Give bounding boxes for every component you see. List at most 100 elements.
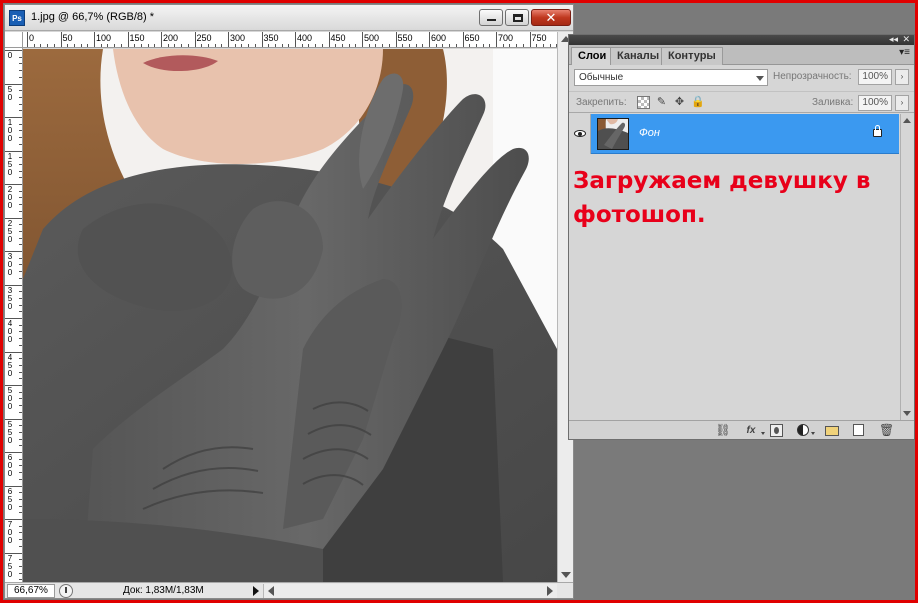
ruler-v-tick	[5, 117, 22, 118]
opacity-field[interactable]: 100%	[858, 69, 892, 85]
ruler-h-minor-tick	[268, 44, 270, 47]
zoom-field[interactable]: 66,67%	[7, 584, 55, 598]
ruler-corner[interactable]	[5, 32, 23, 48]
ruler-v-tick	[5, 418, 22, 420]
ruler-v-tick	[5, 385, 22, 386]
panel-scrollbar[interactable]	[900, 114, 914, 420]
ruler-h-label: 250	[196, 33, 212, 43]
ruler-h-minor-tick	[516, 44, 518, 47]
ruler-h-minor-tick	[442, 44, 444, 47]
adjustment-layer-icon[interactable]	[797, 424, 809, 436]
ruler-h-minor-tick	[67, 44, 69, 47]
scroll-left-icon[interactable]	[268, 586, 274, 596]
scroll-right-icon[interactable]	[547, 586, 553, 596]
status-menu-arrow-icon[interactable]	[253, 586, 259, 596]
fill-field[interactable]: 100%	[858, 95, 892, 111]
ruler-h-tick	[462, 32, 464, 47]
ruler-h-minor-tick	[140, 44, 142, 47]
document-titlebar[interactable]: Ps 1.jpg @ 66,7% (RGB/8) * ✕	[5, 5, 573, 31]
tab-channels[interactable]: Каналы	[610, 47, 667, 65]
tab-paths[interactable]: Контуры	[661, 47, 723, 65]
annotation-text: Загружаем девушку в фотошоп.	[573, 168, 871, 228]
maximize-button[interactable]	[505, 9, 529, 26]
chevron-down-icon	[811, 432, 815, 435]
ruler-h-minor-tick	[134, 44, 136, 47]
ruler-h-minor-tick	[435, 44, 437, 47]
ruler-v-label: 300	[7, 252, 13, 277]
ruler-h-minor-tick	[234, 44, 236, 47]
close-panel-icon[interactable]: ✕	[902, 34, 910, 44]
ruler-v-label: 450	[7, 352, 13, 378]
ruler-h-tick	[295, 32, 296, 47]
ruler-v-label: 250	[7, 218, 13, 244]
opacity-slider-arrow-icon[interactable]: ›	[895, 69, 909, 85]
lock-all-icon[interactable]: 🔒	[691, 96, 705, 109]
ruler-h-minor-tick	[47, 44, 49, 47]
ruler-v-tick	[5, 485, 22, 487]
close-button[interactable]: ✕	[531, 9, 571, 26]
ruler-h-minor-tick	[308, 44, 310, 47]
horizontal-scrollbar[interactable]	[263, 584, 557, 598]
new-group-icon[interactable]	[825, 426, 839, 436]
chevron-down-icon	[756, 76, 764, 81]
photoshop-icon: Ps	[9, 10, 25, 26]
status-info-icon[interactable]	[59, 584, 73, 598]
layer-visibility-toggle[interactable]	[569, 114, 591, 154]
panel-menu-icon[interactable]: ▾≡	[899, 47, 910, 58]
tab-layers[interactable]: Слои	[571, 47, 614, 65]
ruler-h-minor-tick	[167, 44, 169, 47]
maximize-icon	[513, 14, 523, 22]
ruler-v-label: 350	[7, 285, 13, 311]
ruler-h-minor-tick	[509, 44, 511, 47]
minimize-button[interactable]	[479, 9, 503, 26]
ruler-h-tick	[261, 32, 263, 47]
layer-style-icon[interactable]: fx	[741, 424, 761, 437]
scroll-down-icon[interactable]	[561, 572, 571, 578]
layer-thumbnail[interactable]	[597, 118, 629, 150]
ruler-h-minor-tick	[382, 44, 384, 47]
image-canvas[interactable]	[23, 49, 557, 582]
ruler-v-label: 400	[7, 319, 13, 344]
ruler-v-tick	[5, 50, 22, 51]
ruler-v-tick	[5, 83, 22, 85]
ruler-h-minor-tick	[254, 44, 256, 47]
ruler-h-minor-tick	[301, 44, 303, 47]
panel-header-bar[interactable]: ◂◂ ✕	[569, 34, 914, 45]
ruler-h-minor-tick	[455, 44, 457, 47]
fill-slider-arrow-icon[interactable]: ›	[895, 95, 909, 111]
ruler-h-minor-tick	[114, 44, 116, 47]
lock-pixels-icon[interactable]: ✎	[655, 96, 668, 109]
ruler-h-minor-tick	[33, 44, 35, 47]
link-layers-icon[interactable]: ⛓	[713, 424, 733, 437]
ruler-v-label: 750	[7, 553, 13, 579]
collapse-panel-icon[interactable]: ◂◂	[889, 34, 898, 44]
layer-thumbnail-image	[598, 119, 628, 149]
layer-name[interactable]: Фон	[639, 127, 660, 139]
ruler-v-tick	[5, 284, 22, 286]
horizontal-ruler[interactable]: 0 50 100 150 200 250 300 350 400 450 500 550 600 650 7…	[23, 32, 557, 48]
ruler-h-minor-tick	[489, 44, 491, 47]
scroll-down-icon[interactable]	[903, 411, 911, 416]
layer-row[interactable]: Фон	[569, 114, 899, 154]
ruler-v-label: 100	[7, 118, 13, 143]
trash-icon[interactable]: 🗑	[879, 424, 894, 437]
scroll-up-icon[interactable]	[903, 118, 911, 123]
ruler-h-minor-tick	[449, 44, 451, 47]
ruler-v-label: 700	[7, 520, 13, 545]
ruler-h-minor-tick	[281, 44, 283, 47]
new-layer-icon[interactable]	[853, 424, 864, 436]
lock-position-icon[interactable]: ✥	[673, 96, 686, 109]
ruler-h-tick	[194, 32, 196, 47]
ruler-h-minor-tick	[201, 44, 203, 47]
add-mask-icon[interactable]	[770, 424, 783, 437]
vertical-ruler[interactable]: 0 50 100 150 200 250 300 350 400 450 500 550 600 650 7…	[5, 48, 23, 582]
chevron-down-icon	[761, 432, 765, 435]
ruler-h-minor-tick	[321, 44, 323, 47]
lock-transparency-icon[interactable]	[637, 96, 650, 109]
ruler-h-minor-tick	[40, 44, 42, 47]
document-info: Док: 1,83M/1,83M	[123, 585, 204, 596]
layers-panel: ◂◂ ✕ Слои Каналы Контуры ▾≡ Обычные Непр…	[568, 34, 915, 440]
blend-mode-select[interactable]: Обычные	[574, 69, 768, 86]
ruler-v-tick	[5, 251, 22, 252]
ruler-v-tick	[5, 552, 22, 554]
